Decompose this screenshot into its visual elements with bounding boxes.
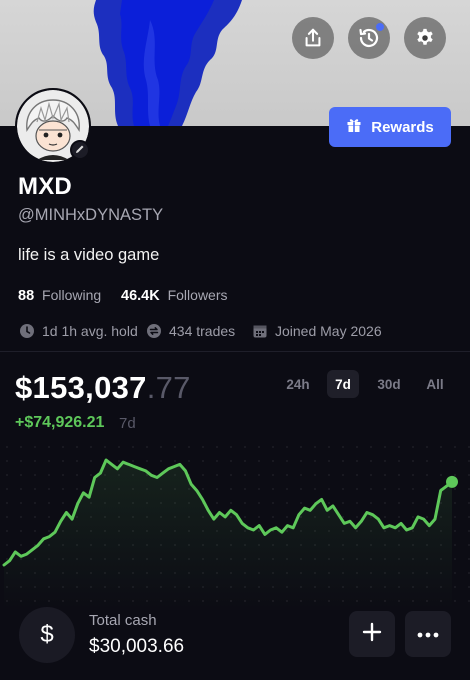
- range-tab-7d[interactable]: 7d: [327, 370, 359, 398]
- add-cash-button[interactable]: [349, 611, 395, 657]
- profile-name: MXD: [18, 173, 72, 200]
- trades-icon: [146, 323, 162, 339]
- history-icon: [357, 23, 384, 50]
- range-tab-30d[interactable]: 30d: [370, 370, 408, 398]
- followers-link[interactable]: 46.4K Followers: [121, 287, 228, 304]
- range-label: 30d: [377, 376, 401, 392]
- trades-text: 434 trades: [169, 323, 236, 339]
- following-label: Following: [42, 287, 102, 303]
- following-count: 88: [18, 288, 35, 304]
- edit-avatar-button[interactable]: [70, 140, 90, 160]
- section-divider: [0, 351, 470, 352]
- rewards-button[interactable]: Rewards: [329, 107, 451, 147]
- portfolio-change: +$74,926.21: [15, 414, 105, 431]
- range-label: All: [426, 376, 444, 392]
- followers-label: Followers: [167, 287, 228, 303]
- portfolio-chart[interactable]: [0, 440, 470, 610]
- avg-hold-stat: 1d 1h avg. hold: [19, 323, 138, 339]
- share-icon: [302, 27, 324, 49]
- portfolio-balance: $153,037.77: [15, 370, 191, 406]
- more-icon: [417, 625, 439, 643]
- chart-area-fill: [4, 460, 452, 610]
- following-link[interactable]: 88 Following: [18, 287, 101, 304]
- more-button[interactable]: [405, 611, 451, 657]
- change-period: 7d: [119, 415, 136, 432]
- profile-bio: life is a video game: [18, 246, 160, 264]
- share-button[interactable]: [292, 17, 334, 59]
- pencil-icon: [75, 141, 85, 159]
- range-tab-24h[interactable]: 24h: [281, 370, 315, 398]
- clock-icon: [19, 323, 35, 339]
- trades-stat: 434 trades: [146, 323, 235, 339]
- gift-icon: [346, 117, 362, 137]
- balance-main: $153,037: [15, 370, 147, 405]
- chart-current-point: [446, 475, 458, 488]
- avg-hold-text: 1d 1h avg. hold: [42, 323, 138, 339]
- balance-cents: .77: [146, 370, 191, 405]
- chart-svg: [2, 458, 458, 610]
- gear-icon: [414, 27, 436, 49]
- joined-stat: Joined May 2026: [252, 323, 382, 339]
- range-label: 24h: [286, 376, 310, 392]
- settings-button[interactable]: [404, 17, 446, 59]
- joined-text: Joined May 2026: [275, 323, 382, 339]
- total-cash-value: $30,003.66: [89, 636, 185, 657]
- total-cash-label: Total cash: [89, 612, 157, 629]
- profile-handle: @MINHxDYNASTY: [18, 206, 164, 224]
- rewards-label: Rewards: [371, 118, 434, 136]
- calendar-icon: [252, 323, 268, 339]
- plus-icon: [362, 622, 382, 647]
- range-label: 7d: [335, 376, 351, 392]
- followers-count: 46.4K: [121, 288, 160, 304]
- history-button[interactable]: [348, 17, 390, 59]
- history-badge: [376, 23, 384, 31]
- dollar-icon: $: [19, 607, 75, 663]
- range-tab-all[interactable]: All: [419, 370, 451, 398]
